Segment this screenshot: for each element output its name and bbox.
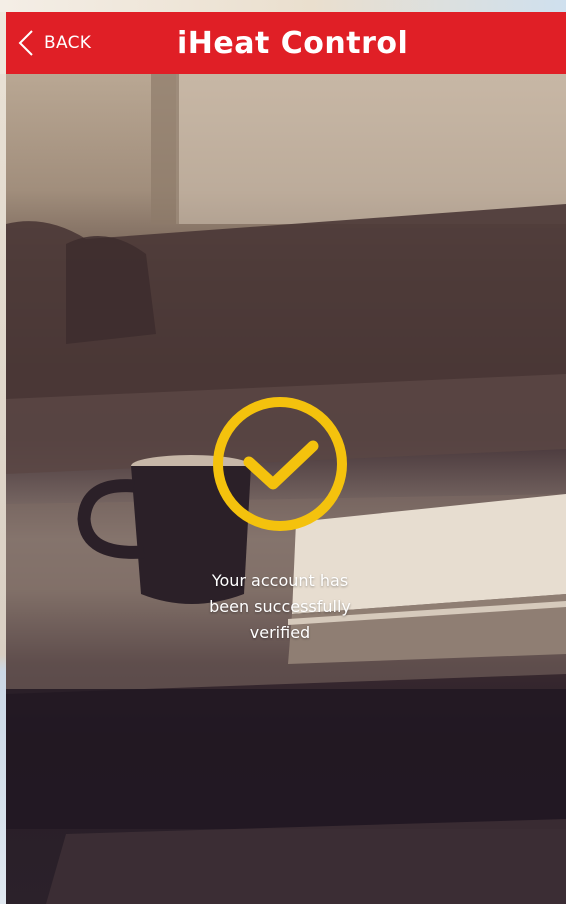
- message-line: Your account has: [211, 571, 349, 590]
- message-line: been successfully: [209, 597, 351, 616]
- app-title: iHeat Control: [177, 26, 409, 61]
- chevron-left-icon: [18, 30, 33, 56]
- verification-message: Your account has been successfully verif…: [170, 568, 390, 646]
- back-label: BACK: [44, 33, 92, 53]
- message-line: verified: [249, 623, 311, 642]
- checkmark-circle-icon: [213, 397, 347, 531]
- top-edge: [0, 0, 566, 12]
- back-button[interactable]: BACK: [18, 28, 91, 58]
- app-header: BACK iHeat Control: [6, 12, 566, 74]
